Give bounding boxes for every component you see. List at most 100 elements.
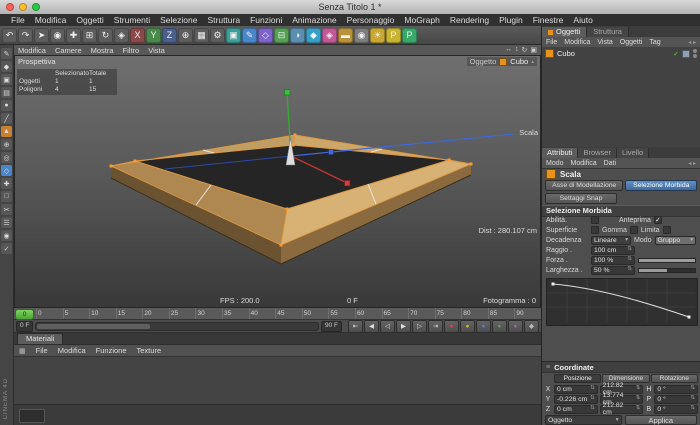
falloff-curve-editor[interactable] xyxy=(546,278,698,326)
object-manager-menu-item[interactable]: Modifica xyxy=(564,39,590,46)
spinner-icon[interactable]: ⇅ xyxy=(636,406,641,412)
check-icon[interactable]: ✓ xyxy=(1,243,12,254)
viewport-menu-item[interactable]: Vista xyxy=(148,46,165,55)
menu-item[interactable]: Strumenti xyxy=(109,15,155,25)
pan-view-icon[interactable]: ↔ xyxy=(505,46,512,54)
points-mode-icon[interactable]: ● xyxy=(1,100,12,111)
add-light-icon[interactable]: ☀ xyxy=(370,28,385,43)
rotate-tool-icon[interactable]: ↻ xyxy=(98,28,113,43)
add-nurbs-icon[interactable]: ◇ xyxy=(258,28,273,43)
modo-dropdown[interactable]: Gruppo▾ xyxy=(655,236,696,245)
object-manager-menu-item[interactable]: Tag xyxy=(649,39,660,46)
perspective-viewport[interactable]: Prospettiva Selezionato Totale Oggetti 1… xyxy=(14,55,541,308)
phong-tag-icon[interactable] xyxy=(682,50,690,58)
rotation-field[interactable]: 0 °⇅ xyxy=(654,405,698,414)
rotazione-header-button[interactable]: Rotazione xyxy=(651,374,698,383)
edges-mode-icon[interactable]: ╱ xyxy=(1,113,12,124)
move-tool-icon[interactable]: ✚ xyxy=(66,28,81,43)
viewport-menu-item[interactable]: Filtro xyxy=(123,46,140,55)
material-swatch-area[interactable] xyxy=(19,409,45,423)
spinner-icon[interactable]: ⇅ xyxy=(627,267,632,273)
attribute-tab[interactable]: Browser xyxy=(578,148,617,158)
add-floor-icon[interactable]: ▬ xyxy=(338,28,353,43)
enabled-check-icon[interactable]: ✓ xyxy=(673,50,679,58)
spinner-icon[interactable]: ⇅ xyxy=(590,396,595,402)
current-frame-knob[interactable]: 0 xyxy=(15,309,34,320)
menu-item[interactable]: Rendering xyxy=(445,15,494,25)
materials-menu-item[interactable]: Modifica xyxy=(58,346,86,355)
texture-mode-icon[interactable]: ▣ xyxy=(1,74,12,85)
panel-grip-icon[interactable]: ≡ xyxy=(546,364,550,371)
Cubo[interactable]: Cubo ✓ xyxy=(542,47,700,60)
tab-materiali[interactable]: Materiali xyxy=(17,333,63,344)
autokey-button[interactable]: ● xyxy=(460,320,475,333)
menu-item[interactable]: Personaggio xyxy=(342,15,400,25)
menu-item[interactable]: Aiuto xyxy=(568,15,597,25)
record-rotation-button[interactable]: ● xyxy=(508,320,523,333)
attribute-tab[interactable]: Livello xyxy=(617,148,649,158)
modeling-axis-button[interactable]: Asse di Modellazione xyxy=(545,180,623,191)
spinner-icon[interactable]: ⇅ xyxy=(590,386,595,392)
viewport-menu-item[interactable]: Modifica xyxy=(18,46,46,55)
viewport-menu-item[interactable]: Mostra xyxy=(91,46,114,55)
abilita-checkbox[interactable] xyxy=(591,216,599,224)
make-editable-icon[interactable]: ✎ xyxy=(1,48,12,59)
menu-item[interactable]: Funzioni xyxy=(245,15,287,25)
goto-end-button[interactable]: ⇥ xyxy=(428,320,443,333)
coordinate-system-icon[interactable]: ⊕ xyxy=(178,28,193,43)
next-frame-button[interactable]: ▷ xyxy=(412,320,427,333)
menu-item[interactable]: Animazione xyxy=(287,15,341,25)
attribute-menu-item[interactable]: Modo xyxy=(546,160,564,167)
object-list[interactable]: Cubo ✓ xyxy=(542,47,700,148)
python-icon[interactable]: P xyxy=(386,28,401,43)
object-manager-tab[interactable]: Oggetti xyxy=(542,27,587,37)
materials-menu-item[interactable]: File xyxy=(36,346,48,355)
workplane-mode-icon[interactable]: ▤ xyxy=(1,87,12,98)
spinner-icon[interactable]: ⇅ xyxy=(636,396,641,402)
spinner-icon[interactable]: ⇅ xyxy=(627,257,632,263)
range-start-field[interactable]: 0 F xyxy=(16,321,33,332)
knife-tool-icon[interactable]: ✂ xyxy=(1,204,12,215)
menu-item[interactable]: MoGraph xyxy=(399,15,444,25)
menu-item[interactable]: Modifica xyxy=(30,15,72,25)
attribute-menu-item[interactable]: Dati xyxy=(604,160,616,167)
record-position-button[interactable]: ● xyxy=(476,320,491,333)
spinner-icon[interactable]: ⇅ xyxy=(636,386,641,392)
add-deformer-icon[interactable]: ◈ xyxy=(322,28,337,43)
lock-y-axis-icon[interactable]: Y xyxy=(146,28,161,43)
zoom-button[interactable] xyxy=(32,3,40,11)
snap-settings-button[interactable]: Settaggi Snap xyxy=(545,193,617,204)
lock-x-axis-icon[interactable]: X xyxy=(130,28,145,43)
materials-menu-item[interactable]: Texture xyxy=(137,346,162,355)
add-camera-icon[interactable]: ◉ xyxy=(354,28,369,43)
forza-field[interactable]: 100 %⇅ xyxy=(591,256,635,265)
red-axis-handle[interactable] xyxy=(345,181,351,187)
hud-active-object[interactable]: Oggetto Cubo ▴ xyxy=(467,57,537,66)
x-axis-handle[interactable] xyxy=(329,150,334,155)
menu-item[interactable]: Oggetti xyxy=(71,15,108,25)
range-end-field[interactable]: 90 F xyxy=(321,321,342,332)
add-mograph-icon[interactable]: ◆ xyxy=(306,28,321,43)
larghezza-slider[interactable] xyxy=(638,268,696,273)
quantize-icon[interactable]: ✚ xyxy=(1,178,12,189)
last-tool-icon[interactable]: ◈ xyxy=(114,28,129,43)
spinner-icon[interactable]: ⇅ xyxy=(590,406,595,412)
position-field[interactable]: -0.226 cm⇅ xyxy=(554,395,598,404)
larghezza-field[interactable]: 50 %⇅ xyxy=(591,266,635,275)
coordinate-system-dropdown[interactable]: Oggetto▾ xyxy=(545,415,622,425)
rotation-field[interactable]: 0 °⇅ xyxy=(654,385,698,394)
zoom-view-icon[interactable]: ↕ xyxy=(515,46,519,54)
play-button[interactable]: ▶ xyxy=(396,320,411,333)
undo-icon[interactable]: ↶ xyxy=(2,28,17,43)
object-manager-menu-item[interactable]: Vista xyxy=(597,39,612,46)
attribute-menu-item[interactable]: Modifica xyxy=(571,160,597,167)
workplane-lock-icon[interactable]: □ xyxy=(1,191,12,202)
anteprima-checkbox[interactable]: ✓ xyxy=(654,216,662,224)
menu-overflow-arrows[interactable]: ◂ ▸ xyxy=(688,39,696,46)
toggle-views-icon[interactable]: ▣ xyxy=(530,46,537,54)
apply-button[interactable]: Applica xyxy=(625,415,698,425)
menu-overflow-arrows[interactable]: ◂ ▸ xyxy=(688,160,696,167)
redo-icon[interactable]: ↷ xyxy=(18,28,33,43)
lock-z-axis-icon[interactable]: Z xyxy=(162,28,177,43)
visibility-dots[interactable] xyxy=(693,49,697,58)
